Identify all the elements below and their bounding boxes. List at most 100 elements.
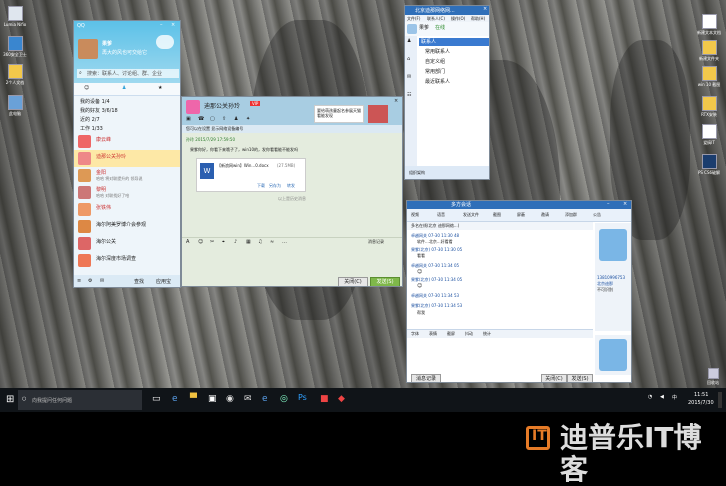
windows-start-icon[interactable]: ⊞ [6,394,14,405]
user-signature[interactable]: 再大的风也可交给它 [102,49,147,56]
tray-network-icon[interactable]: ◔ [648,394,652,400]
message-icon[interactable]: ✉ [407,74,411,80]
download-link[interactable]: 下载 [257,183,265,189]
desktop-icon[interactable]: 360安全卫士 [0,36,30,58]
forward-link[interactable]: 转发 [287,183,295,189]
search-input[interactable]: 向我提问任何问题 [32,397,72,404]
ie-icon[interactable]: e [262,394,268,404]
voice-call-icon[interactable]: ☎ [198,116,204,122]
screenshot-button[interactable]: 截图 [493,212,501,218]
app-store-button[interactable]: 应用宝 [156,278,171,285]
tree-item[interactable]: 常用联系人 [419,48,489,56]
tree-item[interactable]: 最近联系人 [419,78,489,86]
message-icon[interactable]: ✉ [100,278,104,284]
scissors-icon[interactable]: ⌖ [222,239,225,245]
search-input[interactable]: 搜索：联系人、讨论组、群、企业 [87,70,162,77]
desktop-icon[interactable]: win 10 截图 [694,66,724,88]
history-button[interactable]: 消息记录 [368,239,384,245]
find-button[interactable]: 查找 [134,278,144,285]
tree-item[interactable]: 自定义组 [419,58,489,66]
font-icon[interactable]: A [186,239,189,245]
member-avatar[interactable] [599,229,627,261]
video-call-icon[interactable]: ▣ [186,116,191,122]
tree-item[interactable]: 常用部门 [419,68,489,76]
invite-button[interactable]: 邀请 [541,212,549,218]
close-button[interactable]: 关闭(C) [541,374,567,382]
rtx-icon[interactable]: ◆ [338,394,345,404]
close-icon[interactable]: × [623,201,627,207]
clock-time[interactable]: 11:51 [694,392,708,398]
contacts-tab-icon[interactable]: ♟ [122,85,126,91]
minimize-icon[interactable]: – [160,22,163,28]
message-input[interactable] [182,247,402,275]
voice-button[interactable]: 语音 [437,212,445,218]
notice-button[interactable]: 公告 [593,212,601,218]
group-icon[interactable]: ☷ [407,92,411,98]
screenshot-icon[interactable]: ✂ [210,239,214,245]
edge-icon[interactable]: e [172,394,178,404]
notification-icon[interactable] [718,392,722,408]
list-item[interactable]: 黎明 哈哈 对联找好了哈 [74,184,180,201]
chrome-icon[interactable]: ◎ [280,394,288,404]
avatar[interactable] [78,39,98,59]
desktop-icon[interactable]: 爱搞IT [694,124,724,146]
send-button[interactable]: 发送(S) [370,277,400,286]
taskbar-search[interactable]: ○ 向我提问任何问题 [18,390,142,410]
close-icon[interactable]: × [394,98,398,104]
list-item[interactable]: 海尔深度市场调查 [74,252,180,269]
tray-ime-icon[interactable]: 中 [672,394,677,401]
list-item[interactable]: 海尔阿美罗博介会参观 [74,218,180,235]
save-as-link[interactable]: 另存为 [269,183,281,189]
mic-icon[interactable]: ♪ [234,239,237,245]
history-button[interactable]: 消息记录 [411,374,441,382]
close-icon[interactable]: × [171,22,175,28]
group-icon[interactable]: ♟ [234,116,238,122]
org-icon[interactable]: ⌂ [407,56,410,62]
list-item[interactable]: 康云峰 [74,133,180,150]
send-button[interactable]: 发送(S) [567,374,593,382]
font-button[interactable]: 字体 [411,331,419,337]
list-item[interactable]: 金阳 哈哈 将对联提升的 领导说 [74,167,180,184]
menu-icon[interactable]: ≡ [77,278,81,284]
chat-tab-icon[interactable]: ☺ [84,85,89,91]
desktop-icon[interactable]: RTX安装 [694,96,724,118]
more-icon[interactable]: … [282,239,287,245]
stats-button[interactable]: 统计 [483,331,491,337]
block-button[interactable]: 屏蔽 [517,212,525,218]
list-item[interactable]: 迪那公关孙玲 [74,150,180,167]
desktop-icon[interactable]: 2个人文档 [0,64,30,86]
mail-icon[interactable]: ✉ [244,394,252,404]
notice-text[interactable]: 您可以在设置 显示网络设备编号 [186,126,243,132]
close-icon[interactable]: × [483,6,487,12]
search-box[interactable]: ⌕ 搜索：联系人、讨论组、群、企业 [77,69,179,78]
desktop-icon[interactable]: Lumia Nifio [0,6,30,27]
share-screen-icon[interactable]: ▢ [210,116,215,122]
desktop-icon[interactable]: 新建文本文档 [694,14,724,36]
tray-volume-icon[interactable]: ◀ [660,394,664,400]
desktop-icon[interactable]: 此电脑 [0,95,30,117]
weather-icon[interactable] [156,35,174,49]
explorer-icon[interactable]: ▀ [190,394,197,404]
desktop-icon[interactable]: 回收站 [698,368,726,386]
close-button[interactable]: 关闭(C) [338,277,368,286]
video-button[interactable]: 视频 [411,212,419,218]
desktop-icon[interactable]: 新建文件夹 [694,40,724,62]
org-structure-button[interactable]: 组织架构 [409,170,425,176]
contacts-icon[interactable]: ♟ [407,38,411,44]
task-view-icon[interactable]: ▭ [152,394,161,404]
file-transfer-icon[interactable]: ⇪ [222,116,226,122]
ad-image[interactable] [368,105,388,123]
emoji-icon[interactable]: ☺ [198,239,203,245]
app-icon[interactable]: ✦ [246,116,250,122]
list-item[interactable]: 张铁伟 [74,201,180,218]
file-card[interactable]: W 【新浪网win】Win...0.docx (27.5MB) 下载 另存为 转… [196,158,306,192]
qq-icon[interactable]: ◉ [226,394,234,404]
add-group-button[interactable]: 添加群 [565,212,577,218]
tree-header[interactable]: 联系人 [419,38,489,46]
space-tab-icon[interactable]: ★ [158,85,162,91]
app-icon[interactable]: ■ [320,394,329,404]
capture-button[interactable]: 截屏 [447,331,455,337]
member-phone[interactable]: 13810996753 [597,275,625,280]
music-icon[interactable]: ♫ [258,239,262,245]
list-item[interactable]: 海尔公关 [74,235,180,252]
